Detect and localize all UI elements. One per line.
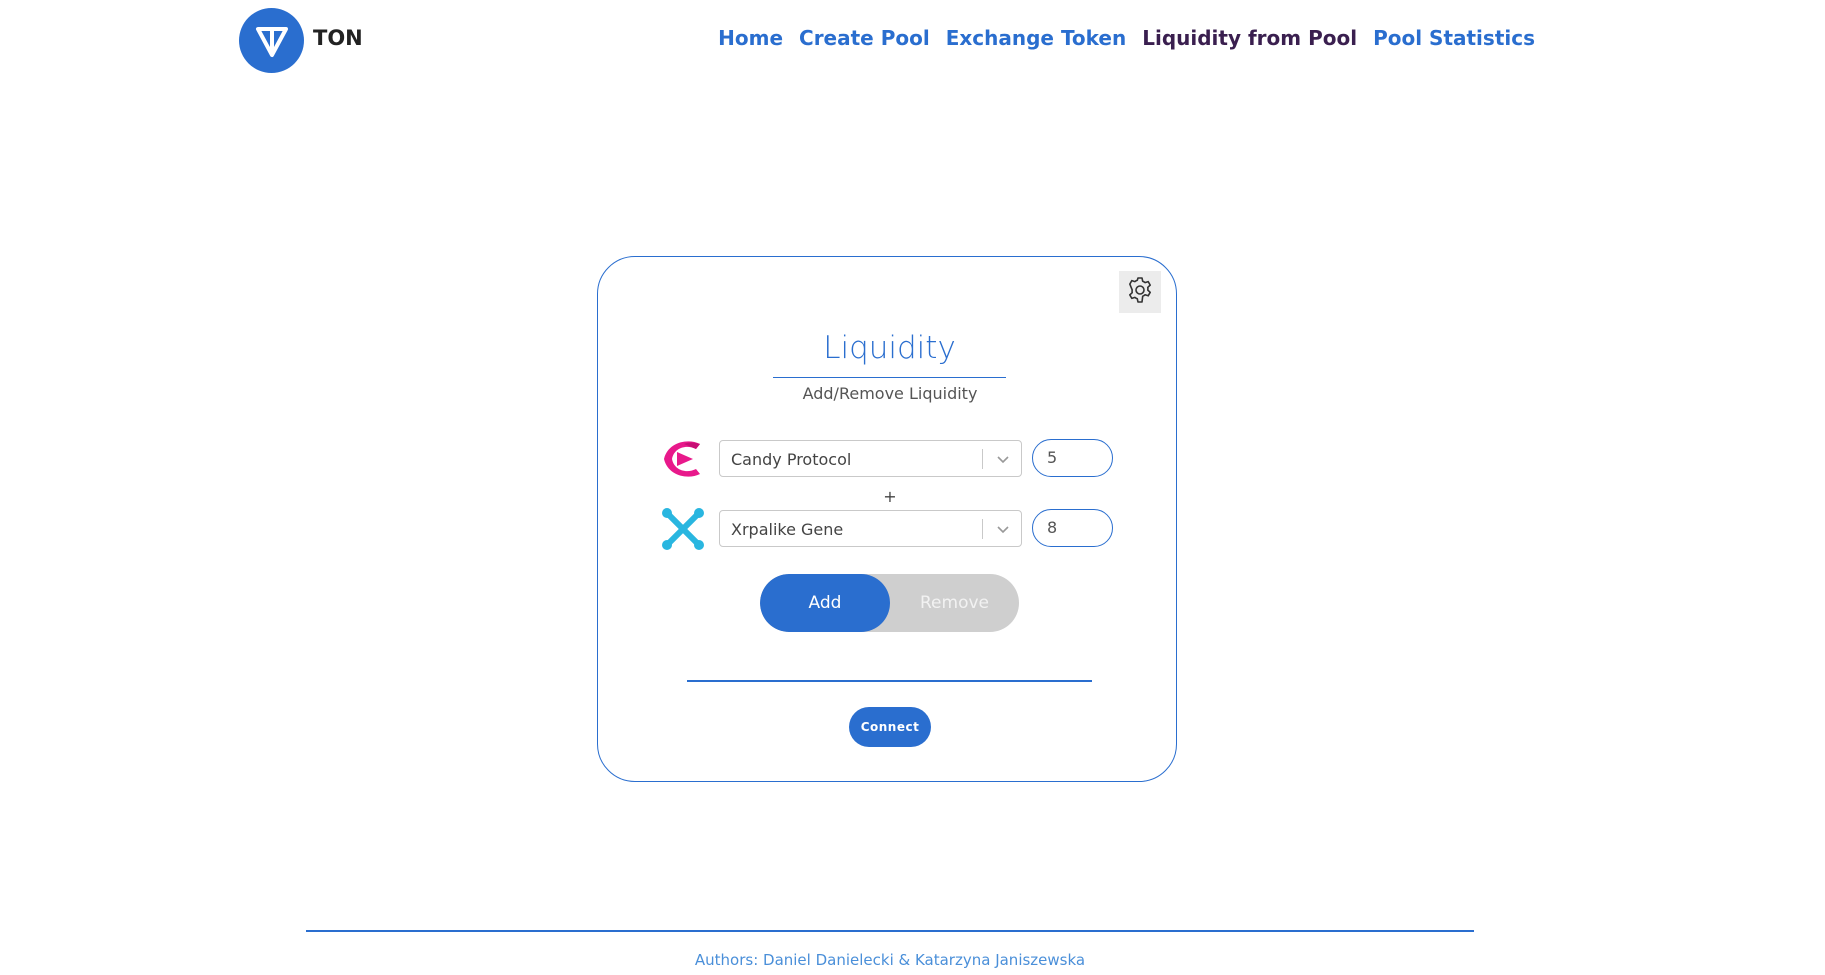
chevron-down-icon[interactable]: [995, 451, 1011, 467]
brand-name: TON: [313, 26, 363, 50]
card-divider: [687, 680, 1092, 682]
chevron-down-icon[interactable]: [995, 521, 1011, 537]
page: TON Home Create Pool Exchange Token Liqu…: [0, 0, 1825, 975]
main-nav: Home Create Pool Exchange Token Liquidit…: [718, 26, 1535, 50]
remove-button[interactable]: Remove: [890, 574, 1019, 632]
connect-button[interactable]: Connect: [849, 707, 931, 747]
select-separator: [982, 519, 983, 539]
nav-exchange-token[interactable]: Exchange Token: [946, 26, 1127, 50]
nav-home[interactable]: Home: [718, 26, 783, 50]
footer-authors: Authors: Daniel Danielecki & Katarzyna J…: [694, 951, 1086, 969]
token-b-amount-input[interactable]: 8: [1032, 509, 1113, 547]
gear-icon: [1125, 275, 1155, 309]
add-button[interactable]: Add: [760, 574, 890, 632]
token-a-value: Candy Protocol: [731, 450, 852, 469]
footer-divider: [306, 930, 1474, 932]
nav-pool-statistics[interactable]: Pool Statistics: [1373, 26, 1535, 50]
plus-separator: +: [883, 487, 897, 506]
xrpalike-gene-logo-icon: [660, 506, 706, 552]
card-subtitle: Add/Remove Liquidity: [802, 384, 978, 403]
add-remove-toggle: Add Remove: [760, 574, 1019, 632]
nav-create-pool[interactable]: Create Pool: [799, 26, 930, 50]
settings-button[interactable]: [1119, 271, 1161, 313]
token-b-select[interactable]: Xrpalike Gene: [719, 510, 1022, 547]
candy-protocol-logo-icon: [660, 436, 706, 482]
token-a-select[interactable]: Candy Protocol: [719, 440, 1022, 477]
select-separator: [982, 449, 983, 469]
token-a-amount-input[interactable]: 5: [1032, 439, 1113, 477]
token-b-value: Xrpalike Gene: [731, 520, 844, 539]
card-title: Liquidity: [773, 325, 1006, 378]
ton-logo-icon[interactable]: [239, 8, 304, 73]
nav-liquidity-from-pool[interactable]: Liquidity from Pool: [1142, 26, 1357, 50]
